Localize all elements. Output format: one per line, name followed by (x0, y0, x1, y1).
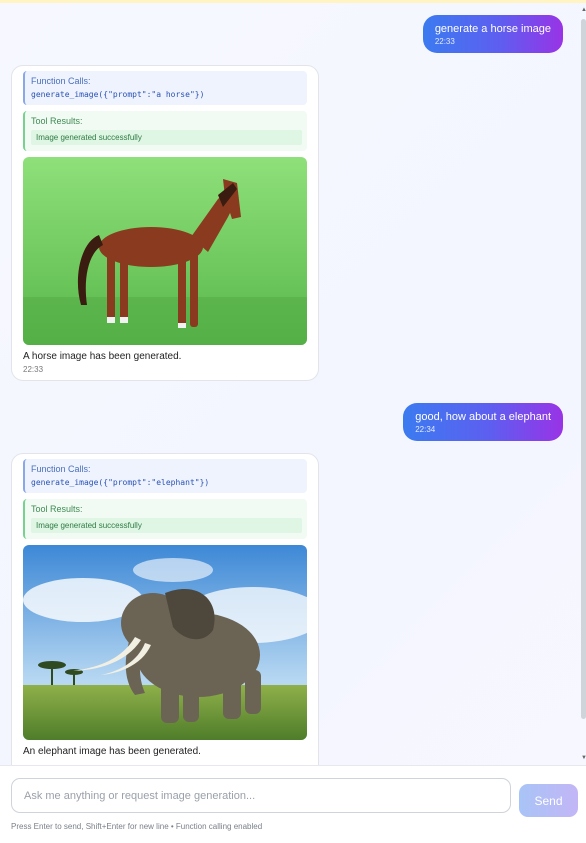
tool-results-label: Tool Results: (31, 116, 83, 126)
assistant-message: Function Calls: generate_image({"prompt"… (11, 65, 319, 381)
function-call-code: generate_image({"prompt":"elephant"}) (31, 478, 210, 487)
tool-results-box: Tool Results: Image generated successful… (23, 111, 307, 151)
send-button[interactable]: Send (519, 784, 578, 817)
chat-input[interactable] (11, 778, 511, 813)
function-calls-box: Function Calls: generate_image({"prompt"… (23, 459, 307, 493)
assistant-caption: A horse image has been generated. (23, 351, 182, 362)
composer: Send Press Enter to send, Shift+Enter fo… (0, 765, 586, 843)
function-calls-box: Function Calls: generate_image({"prompt"… (23, 71, 307, 105)
user-message: good, how about a elephant 22:34 (403, 403, 563, 441)
scroll-down-icon[interactable]: ▼ (581, 755, 586, 761)
message-time: 22:33 (434, 37, 455, 46)
input-hint: Press Enter to send, Shift+Enter for new… (11, 822, 263, 831)
user-message-text: generate a horse image (434, 23, 551, 35)
function-calls-label: Function Calls: (31, 464, 91, 474)
tool-results-box: Tool Results: Image generated successful… (23, 499, 307, 539)
assistant-caption: An elephant image has been generated. (23, 746, 201, 757)
generated-elephant-image[interactable] (23, 545, 307, 740)
tool-results-label: Tool Results: (31, 504, 83, 514)
chat-area[interactable]: generate a horse image 22:33 Function Ca… (0, 3, 586, 765)
generated-horse-image[interactable] (23, 157, 307, 345)
chat-scrollbar[interactable] (581, 19, 586, 719)
assistant-message: Function Calls: generate_image({"prompt"… (11, 453, 319, 765)
function-call-code: generate_image({"prompt":"a horse"}) (31, 90, 205, 99)
user-message-text: good, how about a elephant (415, 411, 551, 423)
function-calls-label: Function Calls: (31, 76, 91, 86)
message-time: 22:34 (415, 425, 436, 434)
scroll-up-icon[interactable]: ▲ (581, 7, 586, 13)
tool-result-text: Image generated successfully (31, 518, 302, 533)
message-time: 22:33 (23, 365, 44, 374)
user-message: generate a horse image 22:33 (422, 15, 563, 53)
tool-result-text: Image generated successfully (31, 130, 302, 145)
